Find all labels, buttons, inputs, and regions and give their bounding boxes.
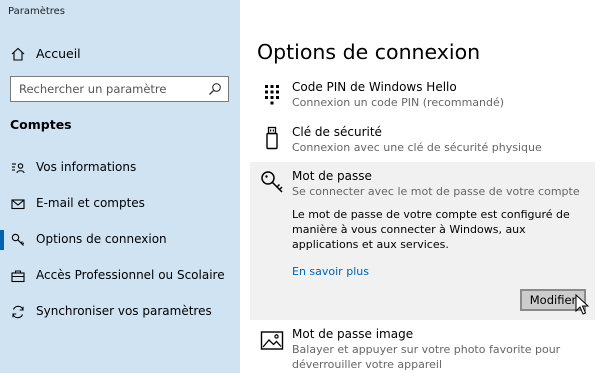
key-icon (261, 171, 283, 193)
option-picture-password[interactable]: Mot de passe image Balayer et appuyer su… (250, 326, 594, 371)
usb-key-icon (266, 126, 278, 150)
person-card-icon (12, 163, 25, 174)
sidebar-item-vos-informations[interactable]: Vos informations (0, 155, 240, 181)
briefcase-icon (11, 270, 25, 283)
picture-icon (260, 331, 284, 350)
sidebar-item-home[interactable]: Accueil (0, 42, 240, 66)
sidebar-item-label: E-mail et comptes (36, 196, 145, 210)
sidebar-item-options-connexion[interactable]: Options de connexion (0, 227, 240, 253)
sidebar-item-label: Accès Professionnel ou Scolaire (36, 268, 225, 282)
main-content: Options de connexion Code PIN de Windows… (240, 0, 600, 373)
sidebar-home-label: Accueil (36, 46, 81, 61)
home-icon (11, 47, 25, 61)
option-subtitle-line: Balayer et appuyer sur votre photo favor… (292, 343, 561, 356)
option-title: Mot de passe (292, 169, 372, 183)
option-pin-windows-hello[interactable]: Code PIN de Windows Hello Connexion un c… (250, 78, 594, 112)
option-security-key[interactable]: Clé de sécurité Connexion avec une clé d… (250, 124, 594, 158)
sidebar-item-email-comptes[interactable]: E-mail et comptes (0, 191, 240, 217)
option-subtitle-line: déverrouiller votre appareil (292, 358, 442, 371)
mouse-cursor-icon (575, 294, 589, 315)
option-subtitle: Se connecter avec le mot de passe de vot… (292, 185, 580, 198)
key-icon (11, 233, 25, 246)
option-password[interactable]: Mot de passe Se connecter avec le mot de… (250, 168, 594, 202)
sidebar-item-acces-professionnel[interactable]: Accès Professionnel ou Scolaire (0, 263, 240, 289)
sidebar: Paramètres Accueil Rechercher un paramèt… (0, 0, 240, 373)
option-title: Clé de sécurité (292, 125, 382, 139)
sidebar-item-synchroniser[interactable]: Synchroniser vos paramètres (0, 299, 240, 325)
option-subtitle: Connexion avec une clé de sécurité physi… (292, 141, 542, 154)
page-title: Options de connexion (257, 40, 481, 64)
search-icon[interactable] (208, 82, 222, 96)
sidebar-item-label: Options de connexion (36, 232, 167, 246)
search-input[interactable]: Rechercher un paramètre (10, 76, 229, 102)
sidebar-item-label: Vos informations (36, 160, 137, 174)
window-title: Paramètres (8, 6, 66, 17)
option-title: Mot de passe image (292, 327, 414, 341)
option-subtitle: Connexion un code PIN (recommandé) (292, 96, 505, 109)
search-placeholder: Rechercher un paramètre (19, 82, 167, 96)
section-title: Comptes (10, 117, 72, 132)
mail-icon (11, 199, 25, 210)
sidebar-item-label: Synchroniser vos paramètres (36, 304, 212, 318)
keypad-icon (265, 85, 279, 105)
sync-icon (12, 305, 24, 319)
option-title: Code PIN de Windows Hello (292, 80, 457, 94)
